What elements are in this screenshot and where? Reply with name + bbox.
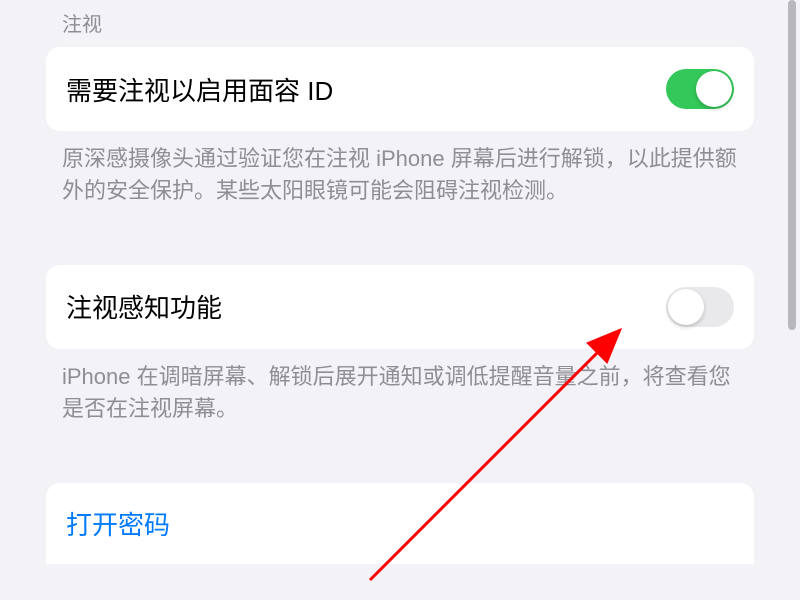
toggle-require-attention[interactable] xyxy=(666,69,734,109)
setting-label: 需要注视以启用面容 ID xyxy=(66,71,333,108)
toggle-attention-aware[interactable] xyxy=(666,287,734,327)
section-header: 注视 xyxy=(46,0,754,47)
setting-label: 注视感知功能 xyxy=(66,288,222,325)
link-label: 打开密码 xyxy=(66,510,170,540)
scrollbar[interactable] xyxy=(788,0,796,330)
settings-container: 注视 需要注视以启用面容 ID 原深感摄像头通过验证您在注视 iPhone 屏幕… xyxy=(0,0,800,564)
setting-row-require-attention[interactable]: 需要注视以启用面容 ID xyxy=(46,47,754,131)
link-row-passcode[interactable]: 打开密码 xyxy=(46,483,754,564)
toggle-knob xyxy=(668,289,704,325)
setting-row-attention-aware[interactable]: 注视感知功能 xyxy=(46,265,754,349)
toggle-knob xyxy=(696,71,732,107)
setting-description: 原深感摄像头通过验证您在注视 iPhone 屏幕后进行解锁，以此提供额外的安全保… xyxy=(46,131,754,237)
setting-description: iPhone 在调暗屏幕、解锁后展开通知或调低提醒音量之前，将查看您是否在注视屏… xyxy=(46,349,754,455)
